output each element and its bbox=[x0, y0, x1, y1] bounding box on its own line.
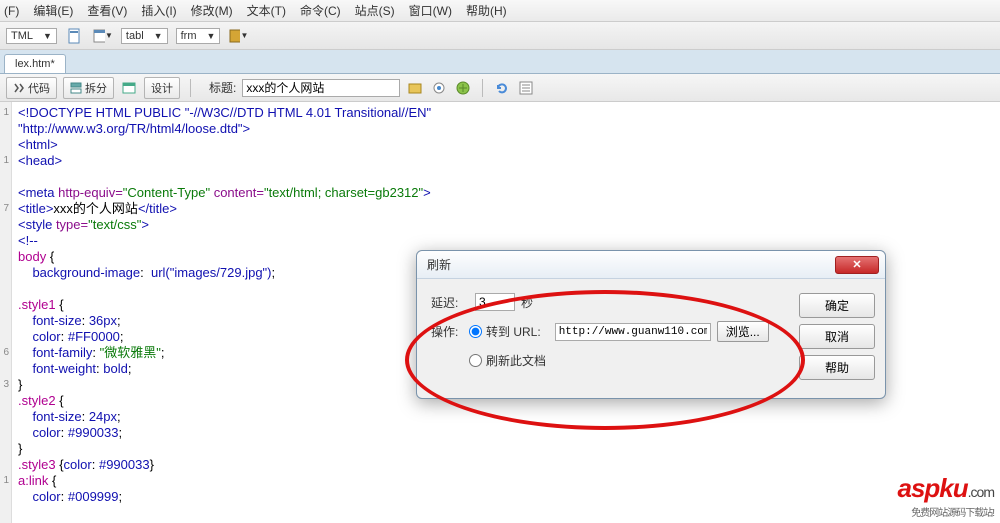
form-dropdown[interactable]: frm▼ bbox=[176, 28, 221, 44]
menu-file[interactable]: (F) bbox=[4, 4, 19, 18]
menu-command[interactable]: 命令(C) bbox=[300, 2, 341, 19]
menu-view[interactable]: 查看(V) bbox=[87, 2, 127, 19]
calendar-icon[interactable]: ▼ bbox=[93, 26, 113, 46]
goto-url-label: 转到 URL: bbox=[486, 323, 541, 340]
close-icon: ✕ bbox=[852, 258, 861, 271]
browse-button[interactable]: 浏览... bbox=[717, 321, 769, 342]
insert-toolbar: TML▼ ▼ tabl▼ frm▼ ▼ bbox=[0, 22, 1000, 50]
delay-input[interactable] bbox=[475, 293, 515, 311]
action-label: 操作: bbox=[431, 323, 469, 340]
cancel-button[interactable]: 取消 bbox=[799, 324, 875, 349]
document-tabbar: lex.htm* bbox=[0, 50, 1000, 74]
help-button[interactable]: 帮助 bbox=[799, 355, 875, 380]
delay-label: 延迟: bbox=[431, 294, 469, 311]
file-management-icon[interactable] bbox=[406, 79, 424, 97]
dialog-titlebar[interactable]: 刷新 ✕ bbox=[417, 251, 885, 279]
goto-url-radio[interactable] bbox=[469, 325, 482, 338]
dialog-title: 刷新 bbox=[427, 256, 835, 273]
ok-button[interactable]: 确定 bbox=[799, 293, 875, 318]
page-icon[interactable] bbox=[65, 26, 85, 46]
menu-window[interactable]: 窗口(W) bbox=[409, 2, 452, 19]
title-label: 标题: bbox=[209, 79, 236, 96]
media-icon[interactable]: ▼ bbox=[228, 26, 248, 46]
browser-nav-icon[interactable] bbox=[454, 79, 472, 97]
insert-category-dropdown[interactable]: TML▼ bbox=[6, 28, 57, 44]
design-view-button[interactable]: 设计 bbox=[144, 77, 180, 99]
menu-text[interactable]: 文本(T) bbox=[247, 2, 286, 19]
menu-edit[interactable]: 编辑(E) bbox=[33, 2, 73, 19]
split-view-button[interactable]: 拆分 bbox=[63, 77, 114, 99]
line-gutter: 117631 bbox=[0, 102, 12, 523]
refresh-icon[interactable] bbox=[493, 79, 511, 97]
menu-site[interactable]: 站点(S) bbox=[355, 2, 395, 19]
document-title-input[interactable] bbox=[242, 79, 400, 97]
view-options-icon[interactable] bbox=[517, 79, 535, 97]
live-view-icon[interactable] bbox=[120, 79, 138, 97]
menu-insert[interactable]: 插入(I) bbox=[141, 2, 176, 19]
url-input[interactable] bbox=[555, 323, 711, 341]
close-button[interactable]: ✕ bbox=[835, 256, 879, 274]
refresh-dialog: 刷新 ✕ 延迟: 秒 操作: 转到 URL: 浏览... 刷新此文档 bbox=[416, 250, 886, 399]
watermark: aspku.com 免费网站源码下载站! bbox=[898, 473, 995, 519]
document-tab[interactable]: lex.htm* bbox=[4, 54, 66, 73]
menubar: (F) 编辑(E) 查看(V) 插入(I) 修改(M) 文本(T) 命令(C) … bbox=[0, 0, 1000, 22]
menu-help[interactable]: 帮助(H) bbox=[466, 2, 507, 19]
refresh-doc-radio[interactable] bbox=[469, 354, 482, 367]
table-dropdown[interactable]: tabl▼ bbox=[121, 28, 168, 44]
document-toolbar: 代码 拆分 设计 标题: bbox=[0, 74, 1000, 102]
code-view-button[interactable]: 代码 bbox=[6, 77, 57, 99]
preview-icon[interactable] bbox=[430, 79, 448, 97]
seconds-label: 秒 bbox=[521, 294, 533, 311]
refresh-doc-label: 刷新此文档 bbox=[486, 352, 546, 369]
menu-modify[interactable]: 修改(M) bbox=[191, 2, 233, 19]
